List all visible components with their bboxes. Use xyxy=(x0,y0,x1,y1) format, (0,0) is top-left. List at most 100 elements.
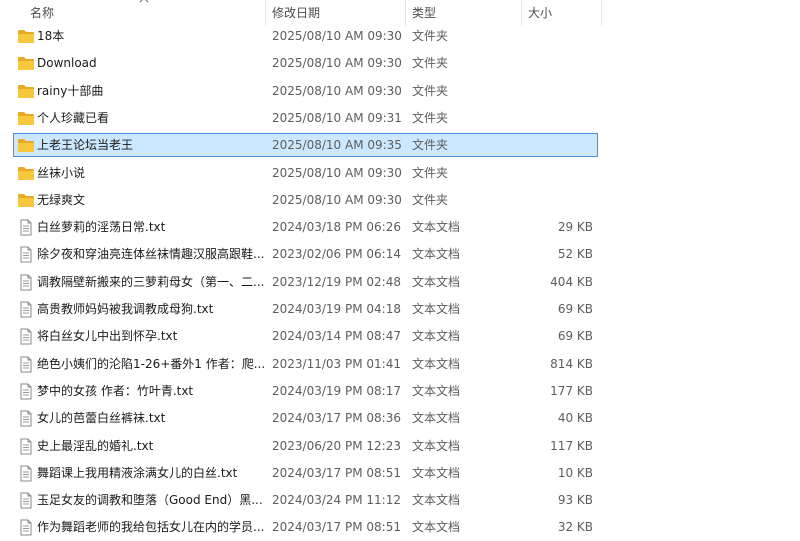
file-size: 40 KB xyxy=(557,411,593,425)
file-type: 文件夹 xyxy=(412,193,449,207)
file-modified-date: 2025/08/10 AM 09:35 xyxy=(272,138,402,152)
file-name: 调教隔壁新搬来的三萝莉母女（第一、二... xyxy=(37,275,265,289)
text-file-icon xyxy=(17,492,35,509)
file-name: Download xyxy=(37,56,97,70)
file-modified-date: 2024/03/24 PM 11:12 xyxy=(272,493,401,507)
file-row[interactable]: 白丝萝莉的淫荡日常.txt 2024/03/18 PM 06:26 文本文档 29 K… xyxy=(13,215,598,239)
file-type: 文本文档 xyxy=(412,247,461,261)
file-type: 文本文档 xyxy=(412,329,461,343)
file-type: 文本文档 xyxy=(412,302,461,316)
file-type: 文件夹 xyxy=(412,166,449,180)
file-name: 绝色小姨们的沦陷1-26+番外1 作者：爬... xyxy=(37,357,265,371)
file-row[interactable]: 舞蹈课上我用精液涂满女儿的白丝.txt 2024/03/17 PM 08:51 文本… xyxy=(13,461,598,485)
file-row[interactable]: 作为舞蹈老师的我给包括女儿在内的学员... 2024/03/17 PM 08:51… xyxy=(13,515,598,539)
file-row[interactable]: 梦中的女孩 作者：竹叶青.txt 2024/03/19 PM 08:17 文本文档 1… xyxy=(13,379,598,403)
folder-icon xyxy=(17,28,35,45)
file-name: 史上最淫乱的婚礼.txt xyxy=(37,439,154,453)
column-header-type-label: 类型 xyxy=(412,6,437,20)
file-row[interactable]: 调教隔壁新搬来的三萝莉母女（第一、二... 2023/12/19 PM 02:48… xyxy=(13,270,598,294)
file-size: 117 KB xyxy=(550,439,593,453)
file-size: 29 KB xyxy=(557,220,593,234)
file-type: 文件夹 xyxy=(412,111,449,125)
vertical-scrollbar[interactable] xyxy=(792,0,800,541)
file-type: 文件夹 xyxy=(412,29,449,43)
column-header-name[interactable]: 名称 xyxy=(0,0,266,26)
text-file-icon xyxy=(17,301,35,318)
file-modified-date: 2024/03/17 PM 08:51 xyxy=(272,466,401,480)
file-type: 文本文档 xyxy=(412,275,461,289)
file-size: 93 KB xyxy=(557,493,593,507)
file-size: 52 KB xyxy=(557,247,593,261)
file-modified-date: 2024/03/17 PM 08:36 xyxy=(272,411,401,425)
file-modified-date: 2025/08/10 AM 09:30 xyxy=(272,84,402,98)
file-size: 69 KB xyxy=(557,302,593,316)
file-name: 18本 xyxy=(37,29,65,43)
file-size: 69 KB xyxy=(557,329,593,343)
text-file-icon xyxy=(17,246,35,263)
file-type: 文件夹 xyxy=(412,84,449,98)
file-modified-date: 2025/08/10 AM 09:30 xyxy=(272,29,402,43)
folder-row[interactable]: 丝袜小说 2025/08/10 AM 09:30 文件夹 xyxy=(13,161,598,185)
text-file-icon xyxy=(17,356,35,373)
file-modified-date: 2024/03/14 PM 08:47 xyxy=(272,329,401,343)
text-file-icon xyxy=(17,383,35,400)
folder-row[interactable]: Download 2025/08/10 AM 09:30 文件夹 xyxy=(13,51,598,75)
file-type: 文本文档 xyxy=(412,220,461,234)
file-name: 上老王论坛当老王 xyxy=(37,138,134,152)
file-name: 将白丝女儿中出到怀孕.txt xyxy=(37,329,178,343)
file-modified-date: 2024/03/19 PM 04:18 xyxy=(272,302,401,316)
file-name: 作为舞蹈老师的我给包括女儿在内的学员... xyxy=(37,520,265,534)
file-name: 白丝萝莉的淫荡日常.txt xyxy=(37,220,166,234)
folder-row[interactable]: 上老王论坛当老王 2025/08/10 AM 09:35 文件夹 xyxy=(13,133,598,157)
folder-row[interactable]: rainy十部曲 2025/08/10 AM 09:30 文件夹 xyxy=(13,79,598,103)
file-name: 女儿的芭蕾白丝裤袜.txt xyxy=(37,411,166,425)
file-type: 文本文档 xyxy=(412,520,461,534)
file-modified-date: 2025/08/10 AM 09:30 xyxy=(272,166,402,180)
file-modified-date: 2023/02/06 PM 06:14 xyxy=(272,247,401,261)
column-header-date-label: 修改日期 xyxy=(272,6,321,20)
file-name: 玉足女友的调教和堕落（Good End）黑... xyxy=(37,493,263,507)
file-row[interactable]: 绝色小姨们的沦陷1-26+番外1 作者：爬... 2023/11/03 PM 01… xyxy=(13,352,598,376)
folder-icon xyxy=(17,192,35,209)
file-name: 舞蹈课上我用精液涂满女儿的白丝.txt xyxy=(37,466,238,480)
file-row[interactable]: 玉足女友的调教和堕落（Good End）黑... 2024/03/24 PM 11… xyxy=(13,488,598,512)
folder-row[interactable]: 18本 2025/08/10 AM 09:30 文件夹 xyxy=(13,24,598,48)
text-file-icon xyxy=(17,219,35,236)
file-name: 无绿爽文 xyxy=(37,193,86,207)
folder-icon xyxy=(17,165,35,182)
folder-icon xyxy=(17,55,35,72)
file-modified-date: 2023/12/19 PM 02:48 xyxy=(272,275,401,289)
file-size: 10 KB xyxy=(557,466,593,480)
column-header-date[interactable]: 修改日期 xyxy=(266,0,406,26)
folder-row[interactable]: 个人珍藏已看 2025/08/10 AM 09:31 文件夹 xyxy=(13,106,598,130)
column-header-type[interactable]: 类型 xyxy=(406,0,522,26)
file-type: 文件夹 xyxy=(412,138,449,152)
file-row[interactable]: 高贵教师妈妈被我调教成母狗.txt 2024/03/19 PM 04:18 文本文档… xyxy=(13,297,598,321)
folder-icon xyxy=(17,137,35,154)
file-type: 文件夹 xyxy=(412,56,449,70)
file-name: 个人珍藏已看 xyxy=(37,111,110,125)
file-row[interactable]: 史上最淫乱的婚礼.txt 2023/06/20 PM 12:23 文本文档 117 K… xyxy=(13,434,598,458)
column-header-name-label: 名称 xyxy=(30,6,55,20)
file-row[interactable]: 将白丝女儿中出到怀孕.txt 2024/03/14 PM 08:47 文本文档 69 … xyxy=(13,324,598,348)
text-file-icon xyxy=(17,438,35,455)
file-explorer-list: 名称 修改日期 类型 大小 18本 2025/08/10 AM 09:30 文件夹 D… xyxy=(0,0,800,541)
file-modified-date: 2024/03/19 PM 08:17 xyxy=(272,384,401,398)
file-modified-date: 2023/06/20 PM 12:23 xyxy=(272,439,401,453)
text-file-icon xyxy=(17,410,35,427)
file-modified-date: 2024/03/18 PM 06:26 xyxy=(272,220,401,234)
column-divider[interactable] xyxy=(601,0,602,26)
text-file-icon xyxy=(17,274,35,291)
file-row[interactable]: 除夕夜和穿油亮连体丝袜情趣汉服高跟鞋... 2023/02/06 PM 06:14… xyxy=(13,242,598,266)
text-file-icon xyxy=(17,519,35,536)
file-row[interactable]: 女儿的芭蕾白丝裤袜.txt 2024/03/17 PM 08:36 文本文档 40 K… xyxy=(13,406,598,430)
text-file-icon xyxy=(17,465,35,482)
file-size: 32 KB xyxy=(557,520,593,534)
column-header-bar: 名称 修改日期 类型 大小 xyxy=(0,0,800,26)
column-header-size-label: 大小 xyxy=(528,6,553,20)
file-size: 404 KB xyxy=(550,275,593,289)
column-header-size[interactable]: 大小 xyxy=(522,0,602,26)
folder-icon xyxy=(17,110,35,127)
file-modified-date: 2023/11/03 PM 01:41 xyxy=(272,357,401,371)
folder-row[interactable]: 无绿爽文 2025/08/10 AM 09:30 文件夹 xyxy=(13,188,598,212)
